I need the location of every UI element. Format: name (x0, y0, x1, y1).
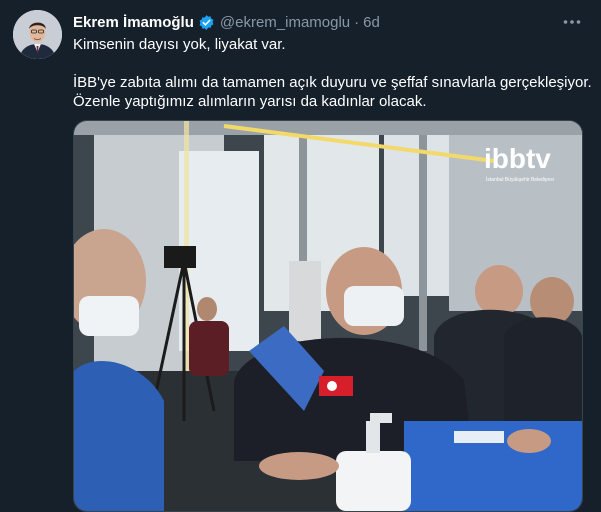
tweet-text-line: Özenle yaptığımız alımların yarısı da ka… (73, 93, 427, 110)
avatar[interactable] (13, 10, 62, 59)
author-handle[interactable]: @ekrem_imamoglu (220, 14, 350, 31)
more-dots-icon (563, 20, 581, 24)
verified-badge-icon (199, 14, 214, 30)
logo-subtitle: İstanbul Büyükşehir Belediyesi (486, 176, 554, 183)
separator-dot: · (354, 13, 360, 31)
tweet-text-line: Kimsenin dayısı yok, liyakat var. (73, 36, 286, 53)
tweet[interactable]: Ekrem İmamoğlu @ekrem_imamoglu · 6d Kims… (0, 0, 601, 512)
tweet-timestamp[interactable]: 6d (363, 14, 380, 31)
logo-text: ibbtv (484, 143, 551, 174)
more-options-button[interactable] (560, 10, 584, 34)
ibbtv-logo: ibbtv İstanbul Büyükşehir Belediyesi (484, 143, 554, 183)
author-name[interactable]: Ekrem İmamoğlu (73, 14, 194, 31)
tweet-video[interactable]: ibbtv İstanbul Büyükşehir Belediyesi (73, 120, 583, 512)
tweet-header: Ekrem İmamoğlu @ekrem_imamoglu · 6d (73, 12, 380, 32)
tweet-text: Kimsenin dayısı yok, liyakat var. İBB'ye… (73, 35, 592, 111)
video-frame: ibbtv İstanbul Büyükşehir Belediyesi (74, 121, 582, 511)
tweet-text-line: İBB'ye zabıta alımı da tamamen açık duyu… (73, 74, 592, 91)
